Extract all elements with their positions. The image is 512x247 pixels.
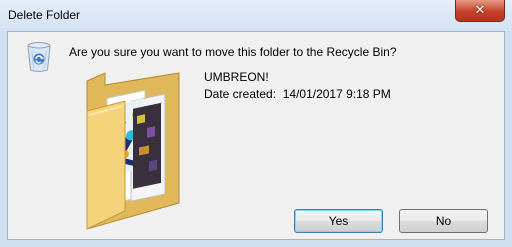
dialog-body: Are you sure you want to move this folde… [7,31,505,240]
confirmation-question: Are you sure you want to move this folde… [69,45,397,59]
date-created-value: 14/01/2017 9:18 PM [282,87,391,101]
close-button[interactable]: ✕ [455,0,505,22]
window-title: Delete Folder [8,8,81,22]
delete-folder-dialog: Delete Folder ✕ Are you sure you want to… [0,0,512,247]
item-name: UMBREON! [204,70,269,84]
date-created-label: Date created: [204,87,280,101]
title-bar[interactable]: Delete Folder ✕ [0,0,512,31]
folder-icon [86,72,180,230]
no-button[interactable]: No [399,209,488,233]
close-icon: ✕ [474,3,486,18]
recycle-bin-icon [27,42,51,72]
item-date-created: Date created: 14/01/2017 9:18 PM [204,87,391,101]
yes-button[interactable]: Yes [294,209,383,233]
